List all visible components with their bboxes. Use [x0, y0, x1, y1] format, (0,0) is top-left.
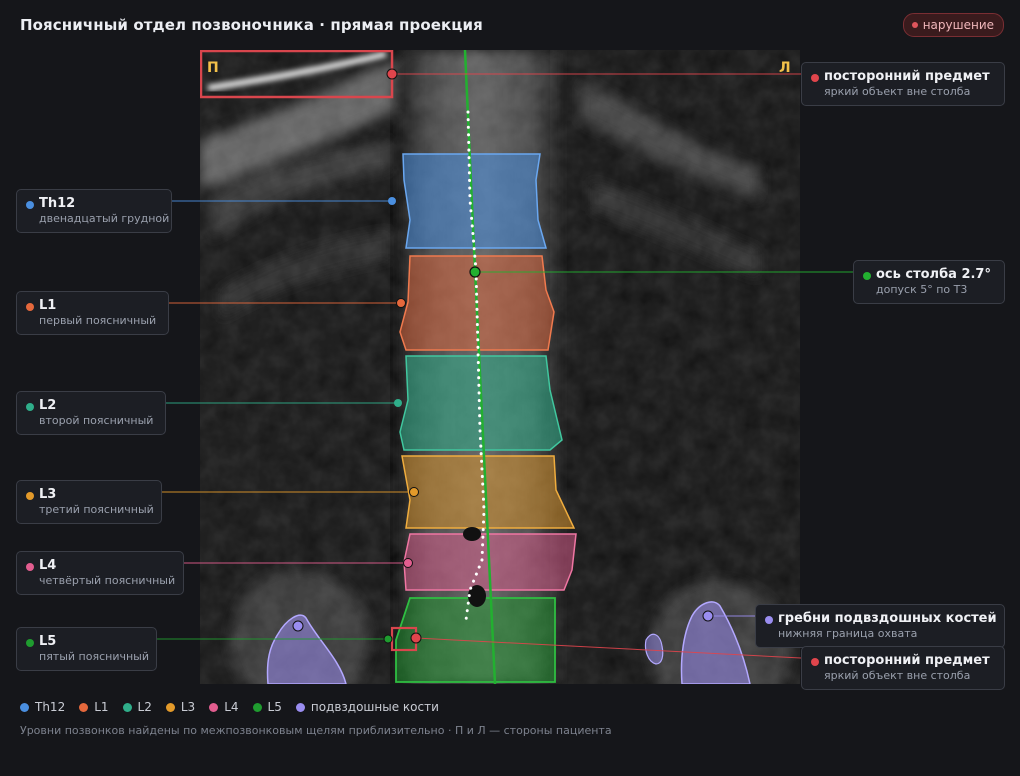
- callout-foreign-object-1-desc: яркий объект вне столба: [824, 85, 971, 98]
- callout-l3-dot: [26, 492, 34, 500]
- side-marker-right: П: [207, 60, 219, 76]
- callout-l4-desc: четвёртый поясничный: [39, 574, 176, 587]
- legend-label: L1: [94, 700, 109, 714]
- legend-item-l2[interactable]: L2: [122, 700, 152, 714]
- status-badge-label: нарушение: [922, 18, 994, 32]
- legend-dot: [79, 702, 89, 712]
- callout-l2-desc: второй поясничный: [39, 414, 154, 427]
- callout-l5-desc: пятый поясничный: [39, 650, 149, 663]
- callout-iliac-desc: нижняя граница охвата: [778, 627, 918, 640]
- legend-dot: [295, 702, 305, 712]
- anchor-l2[interactable]: [394, 399, 402, 407]
- anchor-th12[interactable]: [388, 197, 396, 205]
- legend-item-l1[interactable]: L1: [79, 700, 109, 714]
- callout-th12-name: Th12: [39, 196, 76, 211]
- anchor-iliac-left[interactable]: [702, 610, 714, 622]
- callout-l3-desc: третий поясничный: [39, 503, 154, 516]
- callout-l5-dot: [26, 639, 34, 647]
- legend-label: L5: [267, 700, 282, 714]
- callout-th12[interactable]: Th12 двенадцатый грудной: [16, 189, 172, 233]
- legend-label: L4: [224, 700, 239, 714]
- callout-foreign-object-1-name: посторонний предмет: [824, 69, 990, 84]
- legend-item-iliac[interactable]: подвздошные кости: [295, 700, 439, 714]
- callout-foreign-object-1[interactable]: посторонний предмет яркий объект вне сто…: [801, 62, 1005, 106]
- callout-iliac-dot: [765, 616, 773, 624]
- xray-viewport[interactable]: [200, 50, 800, 684]
- callout-l1-dot: [26, 303, 34, 311]
- legend-label: Th12: [35, 700, 66, 714]
- legend-dot: [122, 702, 132, 712]
- callout-l5-name: L5: [39, 634, 57, 649]
- legend-item-th12[interactable]: Th12: [20, 700, 65, 714]
- anchor-iliac-right[interactable]: [292, 620, 304, 632]
- callout-iliac-name: гребни подвздошных костей: [778, 611, 997, 626]
- callout-axis-name: ось столба 2.7°: [876, 267, 991, 282]
- anchor-l5[interactable]: [383, 634, 393, 644]
- callout-l1[interactable]: L1 первый поясничный: [16, 291, 169, 335]
- anchor-foreign-object-2[interactable]: [410, 632, 422, 644]
- legend-item-l5[interactable]: L5: [252, 700, 282, 714]
- callout-l4-dot: [26, 563, 34, 571]
- legend-label: подвздошные кости: [310, 700, 439, 714]
- legend-dot: [209, 702, 219, 712]
- xray-image: [200, 50, 800, 684]
- callout-l2[interactable]: L2 второй поясничный: [16, 391, 166, 435]
- callout-l1-desc: первый поясничный: [39, 314, 157, 327]
- legend: Th12 L1 L2 L3 L4 L5 подвздошные кости: [20, 700, 439, 714]
- callout-axis-desc: допуск 5° по Т3: [876, 283, 968, 296]
- legend-dot: [252, 702, 262, 712]
- legend-item-l4[interactable]: L4: [209, 700, 239, 714]
- callout-axis[interactable]: ось столба 2.7° допуск 5° по Т3: [853, 260, 1005, 304]
- legend-label: L3: [180, 700, 196, 714]
- callout-axis-dot: [863, 272, 871, 280]
- callout-th12-desc: двенадцатый грудной: [39, 212, 170, 225]
- callout-iliac[interactable]: гребни подвздошных костей нижняя граница…: [755, 604, 1005, 648]
- callout-l2-name: L2: [39, 398, 57, 413]
- side-marker-left: Л: [779, 60, 791, 76]
- callout-foreign-object-2-name: посторонний предмет: [824, 653, 990, 668]
- anchor-l3[interactable]: [409, 487, 419, 497]
- legend-dot: [20, 702, 29, 712]
- callout-l4[interactable]: L4 четвёртый поясничный: [16, 551, 184, 595]
- legend-dot: [165, 702, 175, 712]
- anchor-l1[interactable]: [396, 298, 406, 308]
- callout-l2-dot: [26, 403, 34, 411]
- footnote: Уровни позвонков найдены по межпозвонков…: [20, 724, 612, 737]
- callout-foreign-object-2-desc: яркий объект вне столба: [824, 669, 971, 682]
- legend-item-l3[interactable]: L3: [165, 700, 196, 714]
- callout-l3[interactable]: L3 третий поясничный: [16, 480, 162, 524]
- status-dot: [911, 22, 918, 28]
- anchor-axis[interactable]: [469, 266, 481, 278]
- anchor-l4[interactable]: [403, 558, 413, 568]
- callout-foreign-object-2[interactable]: посторонний предмет яркий объект вне сто…: [801, 646, 1005, 690]
- callout-l4-name: L4: [39, 558, 57, 573]
- callout-th12-dot: [26, 201, 34, 209]
- anchor-foreign-object-1[interactable]: [386, 68, 398, 80]
- legend-label: L2: [137, 700, 152, 714]
- page-title: Поясничный отдел позвоночника · прямая п…: [20, 16, 483, 34]
- status-badge[interactable]: нарушение: [902, 13, 1004, 37]
- callout-foreign-object-2-dot: [811, 658, 819, 666]
- callout-l5[interactable]: L5 пятый поясничный: [16, 627, 157, 671]
- callout-l1-name: L1: [39, 298, 57, 313]
- callout-l3-name: L3: [39, 487, 57, 502]
- callout-foreign-object-1-dot: [811, 74, 819, 82]
